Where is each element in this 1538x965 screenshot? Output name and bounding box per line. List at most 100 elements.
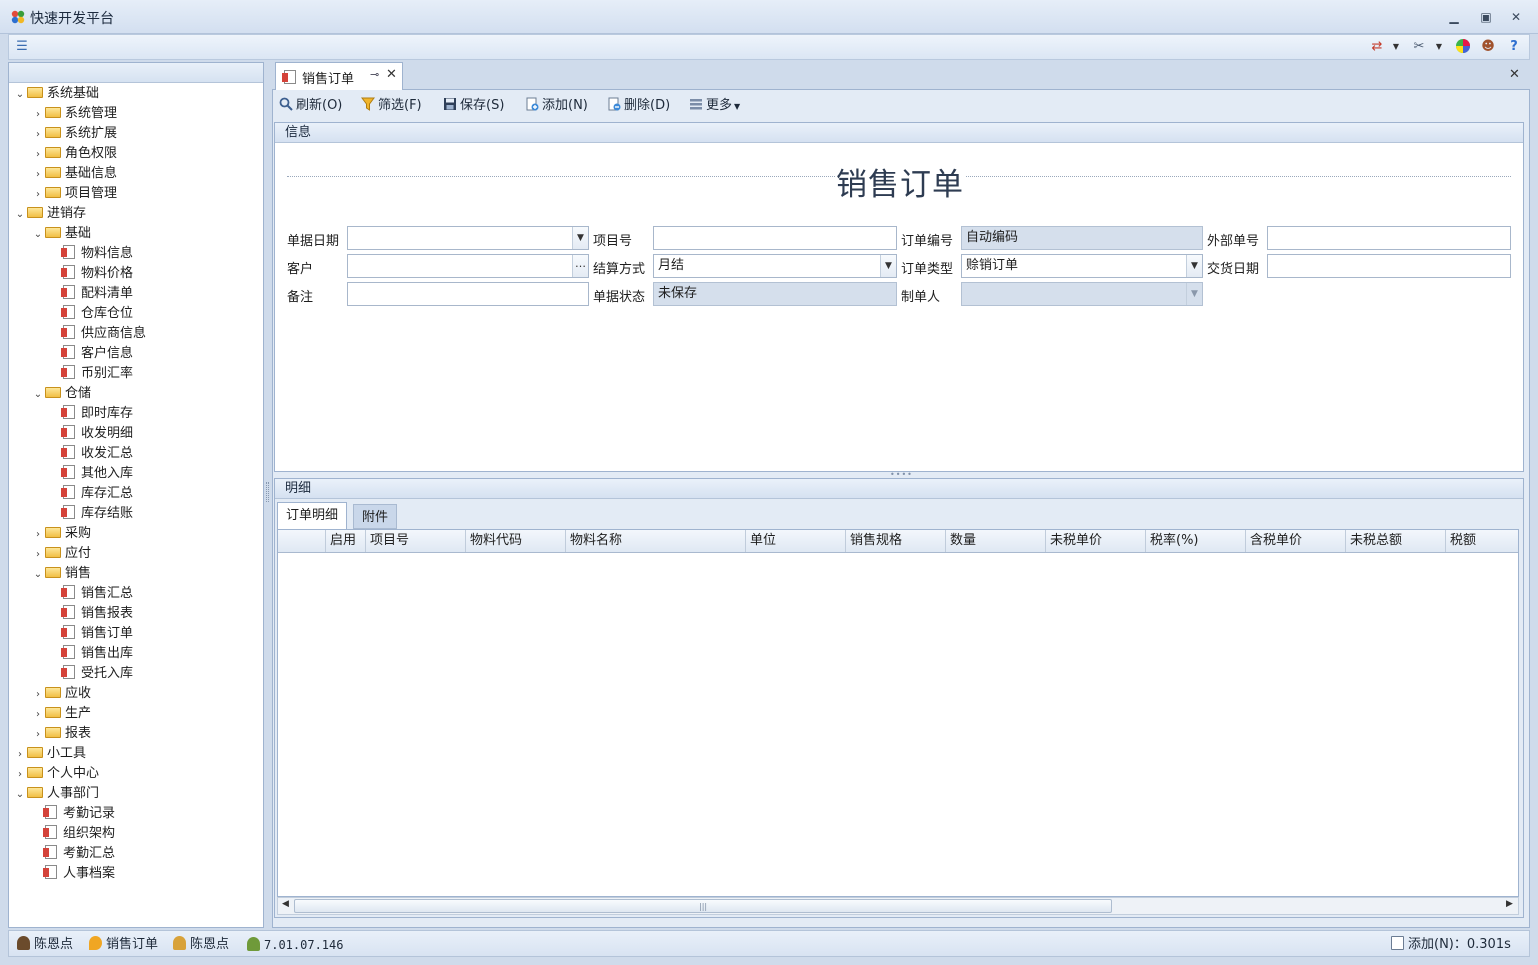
maximize-button[interactable]: ▣ bbox=[1478, 9, 1494, 25]
chevron-down-icon[interactable]: ⌄ bbox=[31, 225, 45, 245]
close-tab-icon[interactable]: ✕ bbox=[386, 67, 397, 82]
tree-item[interactable]: 库存结账 bbox=[49, 504, 133, 524]
tree-item[interactable]: 考勤记录 bbox=[31, 804, 115, 824]
tree-item[interactable]: › 角色权限 bbox=[31, 144, 117, 164]
user-icon[interactable]: ☻ bbox=[1479, 38, 1497, 56]
chevron-down-icon[interactable]: ⌄ bbox=[31, 385, 45, 405]
tools-dropdown-icon[interactable]: ▼ bbox=[1433, 38, 1445, 56]
chevron-right-icon[interactable]: › bbox=[31, 145, 45, 165]
tree-item[interactable]: 收发汇总 bbox=[49, 444, 133, 464]
close-all-tabs-icon[interactable]: ✕ bbox=[1509, 67, 1520, 82]
tree-item[interactable]: 币别汇率 bbox=[49, 364, 133, 384]
chevron-right-icon[interactable]: › bbox=[31, 725, 45, 745]
chevron-down-icon[interactable]: ⌄ bbox=[13, 205, 27, 225]
tree-item[interactable]: 销售报表 bbox=[49, 604, 133, 624]
tree-item[interactable]: 库存汇总 bbox=[49, 484, 133, 504]
tree-item[interactable]: 物料价格 bbox=[49, 264, 133, 284]
chevron-right-icon[interactable]: › bbox=[31, 165, 45, 185]
column-header[interactable]: 物料名称 bbox=[566, 530, 746, 552]
language-icon[interactable]: ⇄ bbox=[1368, 38, 1386, 56]
chevron-down-icon[interactable]: ⌄ bbox=[31, 565, 45, 585]
language-dropdown-icon[interactable]: ▼ bbox=[1390, 38, 1402, 56]
tree-item[interactable]: 销售出库 bbox=[49, 644, 133, 664]
tree-item[interactable]: 即时库存 bbox=[49, 404, 133, 424]
chevron-down-icon[interactable]: ⌄ bbox=[13, 85, 27, 105]
refresh-button[interactable]: 刷新(O) bbox=[279, 96, 342, 116]
add-button[interactable]: 添加(N) bbox=[525, 96, 588, 116]
chevron-down-icon[interactable]: ▼ bbox=[1186, 255, 1202, 277]
project-no-field[interactable] bbox=[653, 226, 897, 250]
tree-item[interactable]: 销售汇总 bbox=[49, 584, 133, 604]
customer-field[interactable]: … bbox=[347, 254, 589, 278]
chevron-right-icon[interactable]: › bbox=[31, 705, 45, 725]
tree-item[interactable]: 受托入库 bbox=[49, 664, 133, 684]
tree-item[interactable]: › 采购 bbox=[31, 524, 91, 544]
toggle-sidebar-icon[interactable]: ☰ bbox=[13, 38, 31, 56]
scrollbar-thumb[interactable]: ||| bbox=[294, 899, 1112, 913]
chevron-right-icon[interactable]: › bbox=[31, 685, 45, 705]
chevron-right-icon[interactable]: › bbox=[13, 765, 27, 785]
column-header[interactable]: 单位 bbox=[746, 530, 846, 552]
tree-item[interactable]: 仓库仓位 bbox=[49, 304, 133, 324]
column-header[interactable]: 未税总额 bbox=[1346, 530, 1446, 552]
tree-item[interactable]: › 生产 bbox=[31, 704, 91, 724]
scroll-left-icon[interactable]: ◀ bbox=[282, 899, 289, 909]
delivery-date-field[interactable] bbox=[1267, 254, 1511, 278]
tree-item[interactable]: ⌄ 基础 bbox=[31, 224, 91, 244]
tree-item[interactable]: 销售订单 bbox=[49, 624, 133, 644]
column-header[interactable]: 税率(%) bbox=[1146, 530, 1246, 552]
chevron-right-icon[interactable]: › bbox=[31, 185, 45, 205]
tree-item[interactable]: › 小工具 bbox=[13, 744, 86, 764]
tree-item[interactable]: › 系统扩展 bbox=[31, 124, 117, 144]
tree-item[interactable]: ⌄ 进销存 bbox=[13, 204, 86, 224]
theme-icon[interactable] bbox=[1454, 38, 1472, 56]
column-header[interactable]: 项目号 bbox=[366, 530, 466, 552]
tree-item[interactable]: › 系统管理 bbox=[31, 104, 117, 124]
minimize-button[interactable]: ▁ bbox=[1446, 9, 1462, 25]
tree-item[interactable]: › 项目管理 bbox=[31, 184, 117, 204]
chevron-right-icon[interactable]: › bbox=[13, 745, 27, 765]
tree-item[interactable]: 客户信息 bbox=[49, 344, 133, 364]
tree-item[interactable]: 其他入库 bbox=[49, 464, 133, 484]
column-header[interactable]: 未税单价 bbox=[1046, 530, 1146, 552]
tree-item[interactable]: 收发明细 bbox=[49, 424, 133, 444]
tree-item[interactable]: 组织架构 bbox=[31, 824, 115, 844]
tree-item[interactable]: 供应商信息 bbox=[49, 324, 146, 344]
order-type-select[interactable]: 赊销订单 ▼ bbox=[961, 254, 1203, 278]
chevron-down-icon[interactable]: ▼ bbox=[572, 227, 588, 249]
chevron-right-icon[interactable]: › bbox=[31, 125, 45, 145]
column-header[interactable]: 数量 bbox=[946, 530, 1046, 552]
chevron-right-icon[interactable]: › bbox=[31, 105, 45, 125]
scroll-right-icon[interactable]: ▶ bbox=[1506, 899, 1513, 909]
tree-item[interactable]: › 基础信息 bbox=[31, 164, 117, 184]
settlement-select[interactable]: 月结 ▼ bbox=[653, 254, 897, 278]
chevron-down-icon[interactable]: ▼ bbox=[880, 255, 896, 277]
status-page[interactable]: 销售订单 bbox=[89, 936, 158, 954]
status-user[interactable]: 陈恩点 bbox=[17, 936, 73, 954]
tree-item[interactable]: ⌄ 人事部门 bbox=[13, 784, 99, 804]
chevron-right-icon[interactable]: › bbox=[31, 545, 45, 565]
remark-field[interactable] bbox=[347, 282, 589, 306]
doc-date-field[interactable]: ▼ bbox=[347, 226, 589, 250]
tree-item[interactable]: 考勤汇总 bbox=[31, 844, 115, 864]
column-header[interactable]: 物料代码 bbox=[466, 530, 566, 552]
tree-item[interactable]: › 应付 bbox=[31, 544, 91, 564]
tree-item[interactable]: ⌄ 销售 bbox=[31, 564, 91, 584]
more-button[interactable]: 更多 ▼ bbox=[689, 96, 740, 116]
tree-item[interactable]: ⌄ 仓储 bbox=[31, 384, 91, 404]
save-button[interactable]: 保存(S) bbox=[443, 96, 504, 116]
tab-order-detail[interactable]: 订单明细 bbox=[277, 502, 348, 529]
tree-item[interactable]: 物料信息 bbox=[49, 244, 133, 264]
chevron-down-icon[interactable]: ⌄ bbox=[13, 785, 27, 805]
horizontal-scrollbar[interactable]: ◀ ||| ▶ bbox=[277, 897, 1519, 915]
pin-icon[interactable]: ⊸ bbox=[370, 68, 379, 81]
status-user-secondary[interactable]: 陈恩点 bbox=[173, 936, 229, 954]
tree-item[interactable]: 配料清单 bbox=[49, 284, 133, 304]
tab-sales-order[interactable]: 销售订单 ⊸ ✕ bbox=[275, 62, 403, 91]
tree-item[interactable]: 人事档案 bbox=[31, 864, 115, 884]
column-header[interactable]: 销售规格 bbox=[846, 530, 946, 552]
close-window-button[interactable]: ✕ bbox=[1508, 9, 1524, 25]
column-header[interactable]: 税额 bbox=[1446, 530, 1518, 552]
tree-item[interactable]: › 个人中心 bbox=[13, 764, 99, 784]
column-header[interactable]: 启用 bbox=[326, 530, 366, 552]
